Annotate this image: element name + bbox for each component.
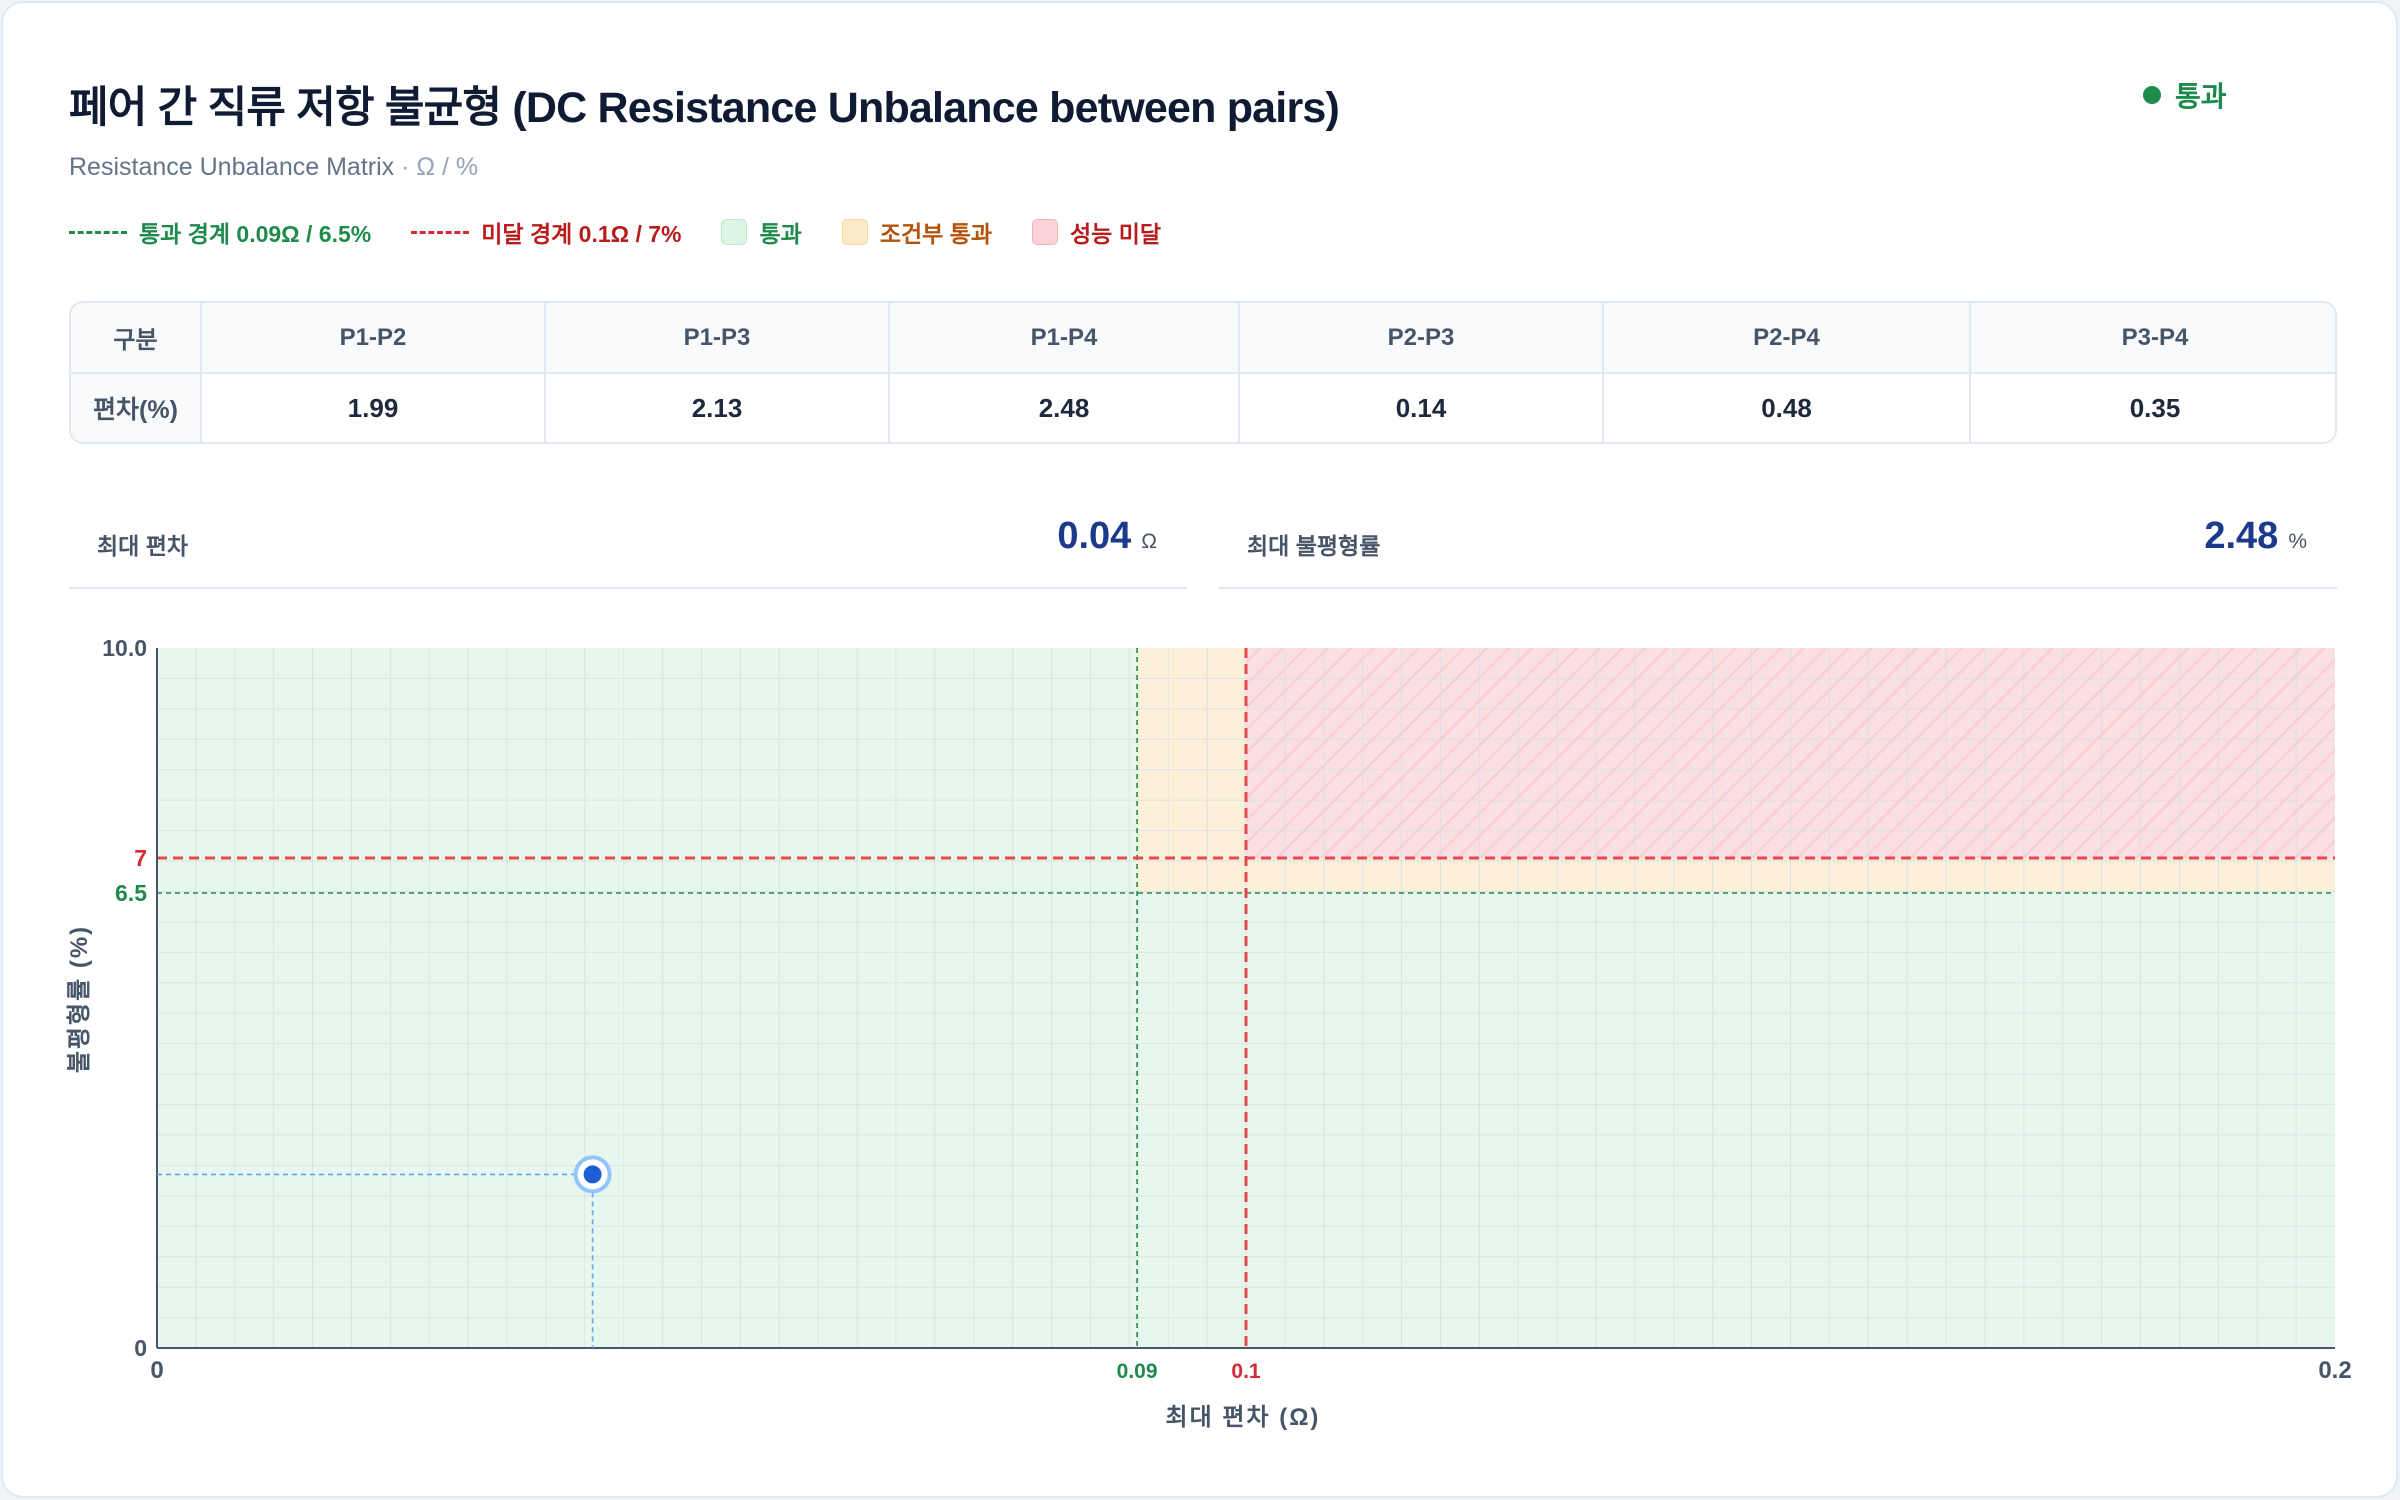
x-tick-label: 0 [150, 1357, 163, 1384]
x-tick-label: 0.1 [1231, 1360, 1261, 1383]
y-tick-label: 7 [134, 845, 147, 871]
data-point [583, 1165, 602, 1184]
y-tick-label: 0 [134, 1335, 147, 1361]
x-tick-label: 0.2 [2318, 1357, 2351, 1384]
x-axis-title: 최대 편차 (Ω) [1166, 1404, 1321, 1431]
y-tick-label: 6.5 [115, 880, 147, 906]
y-axis-title: 불평형률 (%) [66, 925, 93, 1073]
unbalance-scatter-chart: 0 0.09 0.1 0.2 10.0 7 6.5 0 최대 편차 (Ω) 불평형률 (%) [66, 635, 2352, 1431]
y-tick-label: 10.0 [102, 635, 147, 661]
report-card: 페어 간 직류 저항 불균형 (DC Resistance Unbalance … [1, 1, 2398, 1498]
x-tick-label: 0.09 [1117, 1360, 1158, 1383]
